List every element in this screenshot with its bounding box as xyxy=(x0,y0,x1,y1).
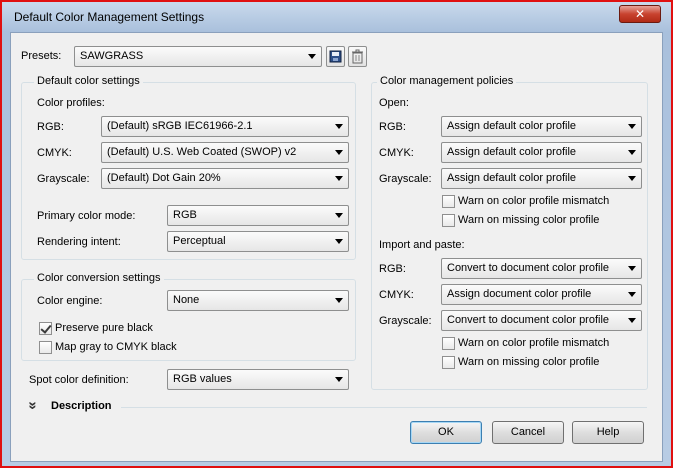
cmyk-profile-combo[interactable]: (Default) U.S. Web Coated (SWOP) v2 xyxy=(101,142,349,163)
open-cmyk-label: CMYK: xyxy=(379,147,414,159)
import-grayscale-policy-combo[interactable]: Convert to document color profile xyxy=(441,310,642,331)
close-button[interactable]: ✕ xyxy=(619,5,661,23)
presets-combo[interactable]: SAWGRASS xyxy=(74,46,322,67)
chevron-down-icon xyxy=(308,54,316,59)
primary-color-mode-label: Primary color mode: xyxy=(37,210,136,222)
chevron-down-icon xyxy=(335,377,343,382)
description-label: Description xyxy=(51,400,112,412)
chevron-down-icon xyxy=(335,239,343,244)
open-rgb-label: RGB: xyxy=(379,121,406,133)
title-bar[interactable]: Default Color Management Settings ✕ xyxy=(2,2,671,32)
presets-value: SAWGRASS xyxy=(80,50,144,62)
open-cmyk-policy-value: Assign default color profile xyxy=(447,146,577,158)
import-cmyk-label: CMYK: xyxy=(379,289,414,301)
import-warn-mismatch-label: Warn on color profile mismatch xyxy=(458,337,610,349)
rendering-intent-value: Perceptual xyxy=(173,235,226,247)
import-warn-mismatch-checkbox[interactable] xyxy=(442,337,455,350)
import-and-paste-label: Import and paste: xyxy=(379,239,465,251)
import-grayscale-label: Grayscale: xyxy=(379,315,432,327)
expand-chevron-icon: » xyxy=(24,401,42,410)
ok-button[interactable]: OK xyxy=(410,421,482,444)
chevron-down-icon xyxy=(628,292,636,297)
preserve-pure-black-label: Preserve pure black xyxy=(55,322,153,334)
open-grayscale-policy-value: Assign default color profile xyxy=(447,172,577,184)
open-rgb-policy-value: Assign default color profile xyxy=(447,120,577,132)
rendering-intent-label: Rendering intent: xyxy=(37,236,121,248)
cancel-button[interactable]: Cancel xyxy=(492,421,564,444)
help-button[interactable]: Help xyxy=(572,421,644,444)
open-warn-mismatch-checkbox[interactable] xyxy=(442,195,455,208)
open-grayscale-label: Grayscale: xyxy=(379,173,432,185)
description-divider xyxy=(121,407,647,408)
color-engine-value: None xyxy=(173,294,200,306)
rgb-profile-label: RGB: xyxy=(37,121,64,133)
save-icon xyxy=(329,50,342,63)
color-profiles-label: Color profiles: xyxy=(37,97,105,109)
window-title: Default Color Management Settings xyxy=(14,10,205,24)
open-grayscale-policy-combo[interactable]: Assign default color profile xyxy=(441,168,642,189)
cmyk-profile-label: CMYK: xyxy=(37,147,72,159)
save-preset-button[interactable] xyxy=(326,46,345,67)
rendering-intent-combo[interactable]: Perceptual xyxy=(167,231,349,252)
spot-color-definition-label: Spot color definition: xyxy=(29,374,129,386)
presets-label: Presets: xyxy=(21,50,62,62)
color-engine-combo[interactable]: None xyxy=(167,290,349,311)
map-gray-to-cmyk-black-label: Map gray to CMYK black xyxy=(55,341,177,353)
dialog-window: Default Color Management Settings ✕ Pres… xyxy=(0,0,673,468)
chevron-down-icon xyxy=(335,124,343,129)
grayscale-profile-label: Grayscale: xyxy=(37,173,90,185)
chevron-down-icon xyxy=(628,150,636,155)
chevron-down-icon xyxy=(335,176,343,181)
import-rgb-label: RGB: xyxy=(379,263,406,275)
import-rgb-policy-value: Convert to document color profile xyxy=(447,262,610,274)
spot-color-definition-combo[interactable]: RGB values xyxy=(167,369,349,390)
chevron-down-icon xyxy=(628,124,636,129)
rgb-profile-combo[interactable]: (Default) sRGB IEC61966-2.1 xyxy=(101,116,349,137)
chevron-down-icon xyxy=(628,176,636,181)
import-grayscale-policy-value: Convert to document color profile xyxy=(447,314,610,326)
primary-color-mode-combo[interactable]: RGB xyxy=(167,205,349,226)
open-warn-mismatch-label: Warn on color profile mismatch xyxy=(458,195,610,207)
grayscale-profile-combo[interactable]: (Default) Dot Gain 20% xyxy=(101,168,349,189)
import-cmyk-policy-value: Assign document color profile xyxy=(447,288,592,300)
grayscale-profile-value: (Default) Dot Gain 20% xyxy=(107,172,221,184)
primary-color-mode-value: RGB xyxy=(173,209,197,221)
color-management-policies-title: Color management policies xyxy=(377,75,517,87)
chevron-down-icon xyxy=(628,318,636,323)
open-warn-missing-label: Warn on missing color profile xyxy=(458,214,600,226)
import-rgb-policy-combo[interactable]: Convert to document color profile xyxy=(441,258,642,279)
chevron-down-icon xyxy=(335,150,343,155)
delete-icon xyxy=(352,49,363,64)
import-warn-missing-label: Warn on missing color profile xyxy=(458,356,600,368)
chevron-down-icon xyxy=(335,213,343,218)
rgb-profile-value: (Default) sRGB IEC61966-2.1 xyxy=(107,120,253,132)
spot-color-definition-value: RGB values xyxy=(173,373,232,385)
delete-preset-button[interactable] xyxy=(348,46,367,67)
cmyk-profile-value: (Default) U.S. Web Coated (SWOP) v2 xyxy=(107,146,297,158)
close-icon: ✕ xyxy=(634,7,646,21)
default-color-settings-title: Default color settings xyxy=(34,75,143,87)
dialog-client-area: Presets: SAWGRASS Default color settings xyxy=(10,32,663,462)
chevron-down-icon xyxy=(628,266,636,271)
import-warn-missing-checkbox[interactable] xyxy=(442,356,455,369)
open-warn-missing-checkbox[interactable] xyxy=(442,214,455,227)
color-conversion-title: Color conversion settings xyxy=(34,272,164,284)
chevron-down-icon xyxy=(335,298,343,303)
map-gray-to-cmyk-black-checkbox[interactable] xyxy=(39,341,52,354)
open-label: Open: xyxy=(379,97,409,109)
open-rgb-policy-combo[interactable]: Assign default color profile xyxy=(441,116,642,137)
preserve-pure-black-checkbox[interactable] xyxy=(39,322,52,335)
open-cmyk-policy-combo[interactable]: Assign default color profile xyxy=(441,142,642,163)
color-engine-label: Color engine: xyxy=(37,295,103,307)
import-cmyk-policy-combo[interactable]: Assign document color profile xyxy=(441,284,642,305)
